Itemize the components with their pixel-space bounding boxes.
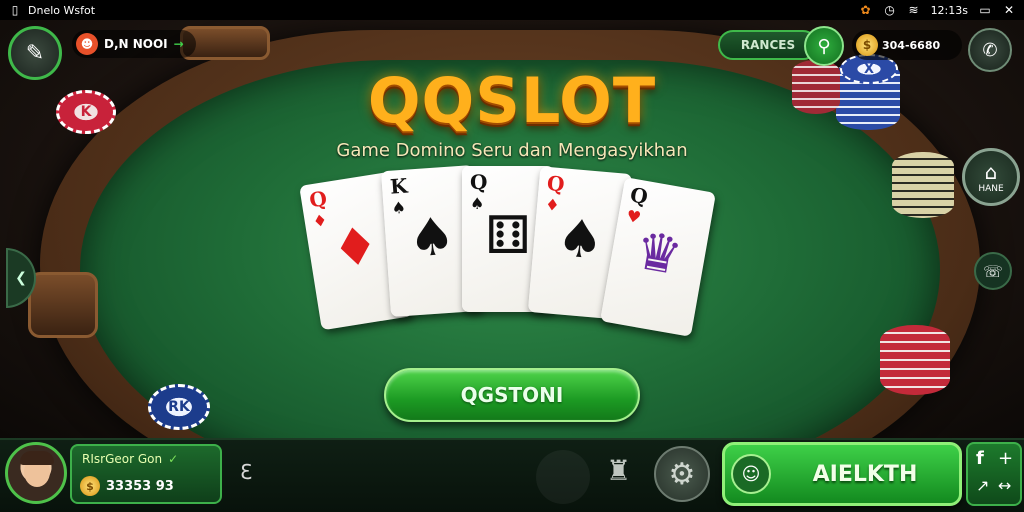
home-button[interactable]: ⌂ HANE [962, 148, 1020, 206]
status-app-title: Dnelo Wsfot [28, 3, 96, 17]
cup-holder-left [28, 272, 98, 338]
action-icon: ☺ [731, 454, 771, 494]
card-rank: Q [307, 186, 329, 213]
coin-amount: 304-6680 [882, 38, 941, 52]
coin-balance: $ 304-6680 [852, 30, 962, 60]
profile-name: RIsrGeor Gon ✓ [82, 452, 179, 466]
battery-icon: ▭ [979, 3, 991, 17]
verified-icon: ✓ [168, 452, 179, 466]
rank-pill[interactable]: RANCES [718, 30, 818, 60]
facebook-icon[interactable]: f [976, 448, 984, 469]
player-tag[interactable]: ☻ D,N NOOI → [72, 30, 196, 58]
chevron-left-icon: ❮ [15, 270, 27, 286]
social-panel: f + ↗ ↔ [966, 442, 1022, 506]
card-rank: K [389, 173, 409, 199]
chip-blue-bottom: RK [148, 384, 210, 430]
status-bar: ▯ Dnelo Wsfot ✿ ◷ ≋ 12:13s ▭ ✕ [0, 0, 1024, 20]
menu-button[interactable]: ✎ [8, 26, 62, 80]
start-button[interactable]: QGSTONI [384, 368, 640, 422]
action-label: AIELKTH [812, 461, 918, 487]
plus-icon[interactable]: + [998, 448, 1013, 469]
avatar[interactable] [5, 442, 67, 504]
jester-icon: ♛ [630, 220, 687, 288]
chat-button[interactable]: ☏ [974, 252, 1012, 290]
settings-button[interactable]: ⚙ [654, 446, 710, 502]
notification-icon: ✿ [860, 3, 871, 17]
gear-icon: ⚙ [668, 456, 696, 492]
edit-icon: ✎ [25, 40, 45, 66]
moon-icon[interactable]: Ɛ [240, 460, 252, 484]
status-time: 12:13s [930, 3, 968, 17]
profile-balance: $ 33353 93 [80, 476, 174, 496]
chip-stack-cream [892, 152, 954, 218]
action-button[interactable]: ☺ AIELKTH [722, 442, 962, 506]
avatar-hair [20, 451, 54, 465]
game-logo: QQSLOT [367, 64, 657, 137]
home-icon: ⌂ [984, 160, 998, 184]
support-button[interactable]: ✆ [968, 28, 1012, 72]
card-rank: Q [628, 182, 650, 210]
home-label: HANE [978, 184, 1004, 194]
search-button[interactable]: ⚲ [804, 26, 844, 66]
trophy-icon[interactable]: ♜ [606, 454, 631, 487]
link-icon[interactable]: ↔ [998, 476, 1011, 495]
close-icon[interactable]: ✕ [1002, 3, 1016, 17]
rank-label: RANCES [740, 38, 796, 52]
card-rank: Q [546, 170, 566, 197]
arrow-right-icon: → [173, 37, 184, 51]
app-icon: ▯ [11, 3, 19, 17]
dice-cup-icon[interactable] [536, 450, 590, 504]
coin-icon: $ [856, 34, 878, 56]
game-tagline: Game Domino Seru dan Mengasyikhan [336, 140, 688, 161]
coin-icon: $ [80, 476, 100, 496]
search-icon: ⚲ [817, 35, 831, 57]
player-emblem-icon: ☻ [76, 33, 98, 55]
profile-panel[interactable]: RIsrGeor Gon ✓ $ 33353 93 [70, 444, 222, 504]
card-rank: Q [470, 170, 488, 194]
wifi-icon: ≋ [908, 3, 919, 17]
player-name: D,N NOOI [104, 37, 168, 51]
game-scene: K RK X QQSLOT Game Domino Seru dan Menga… [0, 20, 1024, 438]
chat-icon: ☏ [982, 261, 1003, 281]
clock-icon: ◷ [884, 3, 895, 17]
chip-stack-red-right [880, 325, 950, 395]
support-icon: ✆ [982, 39, 998, 61]
share-icon[interactable]: ↗ [976, 476, 989, 495]
